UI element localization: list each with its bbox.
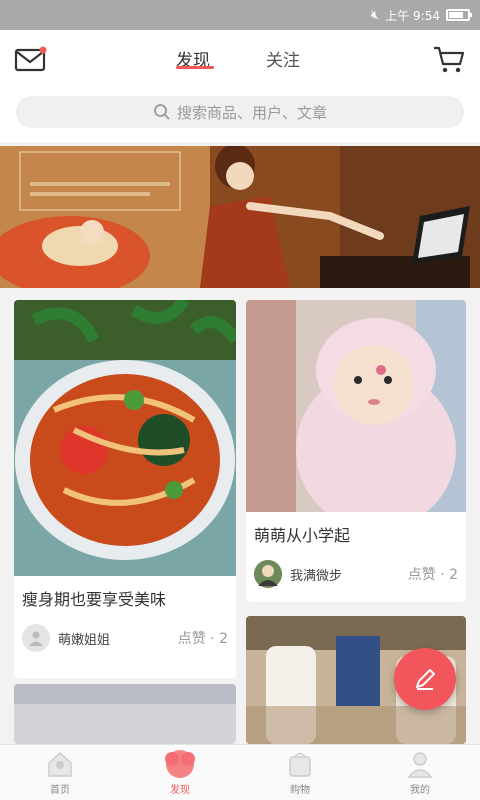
search-bar-container: 搜索商品、用户、文章: [0, 86, 480, 142]
feed-card[interactable]: 瘦身期也要享受美味 萌嫩姐姐 点赞 · 2: [14, 300, 236, 678]
pencil-icon: [416, 669, 435, 690]
author-name[interactable]: 萌嫩姐姐: [58, 629, 178, 648]
user-icon: [29, 631, 43, 646]
nav-home[interactable]: 首页: [0, 745, 120, 800]
card-meta: 萌嫩姐姐 点赞 · 2: [22, 622, 228, 654]
card-title: 瘦身期也要享受美味: [22, 590, 167, 609]
battery-icon: [446, 9, 472, 21]
card-title: 萌萌从小学起: [254, 526, 351, 545]
banner-illustration: [0, 146, 480, 288]
nav-label: 首页: [50, 785, 70, 796]
status-time: 上午 9:54: [385, 8, 440, 23]
mute-icon: 🔇︎: [371, 7, 380, 23]
tab-active-indicator: [176, 66, 214, 69]
discover-icon: [165, 750, 195, 778]
profile-icon: [407, 752, 433, 778]
card-meta: 我满微步 点赞 · 2: [254, 558, 458, 590]
nav-label: 发现: [170, 785, 190, 796]
user-photo-icon: [254, 560, 282, 588]
mail-icon[interactable]: [14, 44, 48, 74]
search-icon: [154, 104, 170, 120]
top-bar: 发现 关注: [0, 30, 480, 86]
status-bar: 🔇︎ 上午 9:54: [0, 0, 480, 30]
nav-discover[interactable]: 发现: [120, 745, 240, 800]
search-input[interactable]: 搜索商品、用户、文章: [16, 96, 464, 128]
nav-profile[interactable]: 我的: [360, 745, 480, 800]
card-image-noodles: [14, 300, 236, 576]
tab-follow[interactable]: 关注: [266, 46, 300, 71]
feed-card[interactable]: [14, 684, 236, 744]
promo-banner[interactable]: [0, 146, 480, 288]
like-count[interactable]: 点赞 · 2: [178, 628, 228, 648]
avatar[interactable]: [254, 560, 282, 588]
nav-label: 购物: [290, 785, 310, 796]
author-name[interactable]: 我满微步: [290, 565, 408, 584]
bottom-nav: 首页 发现 购物 我的: [0, 744, 480, 800]
nav-label: 我的: [410, 785, 430, 796]
card-image-partial: [14, 684, 236, 744]
cart-icon[interactable]: [432, 44, 466, 74]
like-count[interactable]: 点赞 · 2: [408, 564, 458, 584]
search-placeholder: 搜索商品、用户、文章: [176, 103, 327, 122]
compose-button[interactable]: [394, 648, 456, 710]
home-icon: [48, 751, 72, 777]
nav-shopping[interactable]: 购物: [240, 745, 360, 800]
feed-card[interactable]: 萌萌从小学起 我满微步 点赞 · 2: [246, 300, 466, 602]
card-image-baby: [246, 300, 466, 512]
shopping-icon: [289, 752, 311, 777]
avatar[interactable]: [22, 624, 50, 652]
